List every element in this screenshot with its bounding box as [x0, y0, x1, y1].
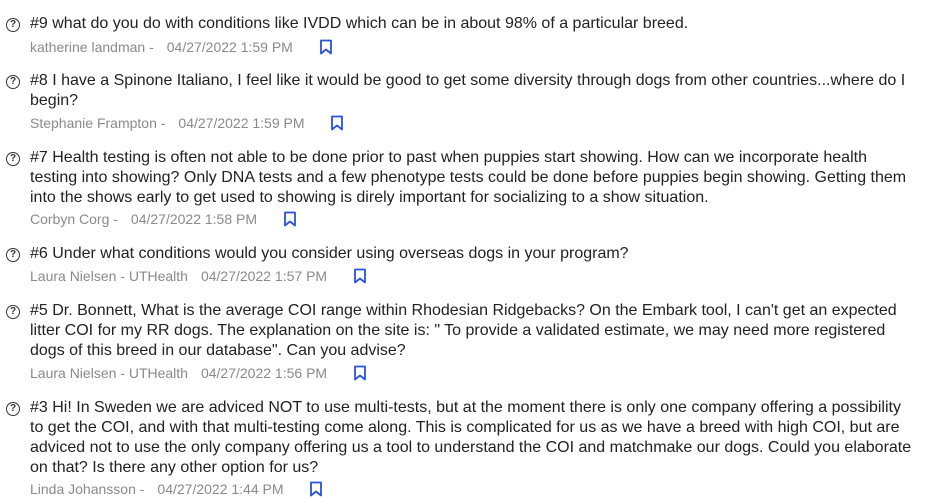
question-timestamp: 04/27/2022 1:58 PM	[130, 211, 258, 227]
question-text: #9 what do you do with conditions like I…	[30, 15, 689, 32]
question-meta: Laura Nielsen - UTHealth 04/27/2022 1:56 …	[30, 363, 367, 383]
question-circle-icon: ?	[6, 248, 20, 262]
bookmark-icon[interactable]	[319, 39, 333, 55]
question-circle-icon: ?	[6, 75, 20, 89]
question-author: Laura Nielsen - UTHealth	[30, 268, 188, 284]
question-timestamp: 04/27/2022 1:57 PM	[200, 268, 328, 284]
question-timestamp: 04/27/2022 1:44 PM	[157, 481, 284, 497]
bookmark-icon[interactable]	[330, 115, 344, 131]
question-text: #8 I have a Spinone Italiano, I feel lik…	[30, 72, 906, 109]
question-circle-icon: ?	[6, 152, 20, 166]
question-list: ? #9 what do you do with conditions like…	[0, 0, 932, 499]
question-timestamp: 04/27/2022 1:59 PM	[166, 39, 293, 55]
question-text: #6 Under what conditions would you consi…	[30, 245, 629, 262]
question-text: #5 Dr. Bonnett, What is the average COI …	[30, 302, 897, 359]
bookmark-icon[interactable]	[283, 211, 297, 227]
question-author: Laura Nielsen - UTHealth	[30, 365, 188, 381]
question-meta: Corbyn Corg - 04/27/2022 1:58 PM	[30, 209, 297, 229]
question-author: katherine landman -	[30, 39, 154, 55]
question-text: #3 Hi! In Sweden we are adviced NOT to u…	[30, 399, 912, 476]
bookmark-icon[interactable]	[309, 481, 323, 497]
question-meta: Linda Johansson - 04/27/2022 1:44 PM	[30, 479, 323, 499]
question-meta: Laura Nielsen - UTHealth 04/27/2022 1:57 …	[30, 266, 367, 286]
question-meta: Stephanie Frampton - 04/27/2022 1:59 PM	[30, 113, 344, 133]
question-author: Stephanie Frampton -	[30, 115, 166, 131]
question-text: #7 Health testing is often not able to b…	[30, 149, 907, 206]
question-circle-icon: ?	[6, 18, 20, 32]
question-meta: katherine landman - 04/27/2022 1:59 PM	[30, 37, 333, 57]
question-timestamp: 04/27/2022 1:56 PM	[200, 365, 328, 381]
bookmark-icon[interactable]	[353, 268, 367, 284]
question-timestamp: 04/27/2022 1:59 PM	[178, 115, 305, 131]
question-author: Linda Johansson -	[30, 481, 145, 497]
question-circle-icon: ?	[6, 305, 20, 319]
question-circle-icon: ?	[6, 402, 20, 416]
question-author: Corbyn Corg -	[30, 211, 118, 227]
bookmark-icon[interactable]	[353, 365, 367, 381]
